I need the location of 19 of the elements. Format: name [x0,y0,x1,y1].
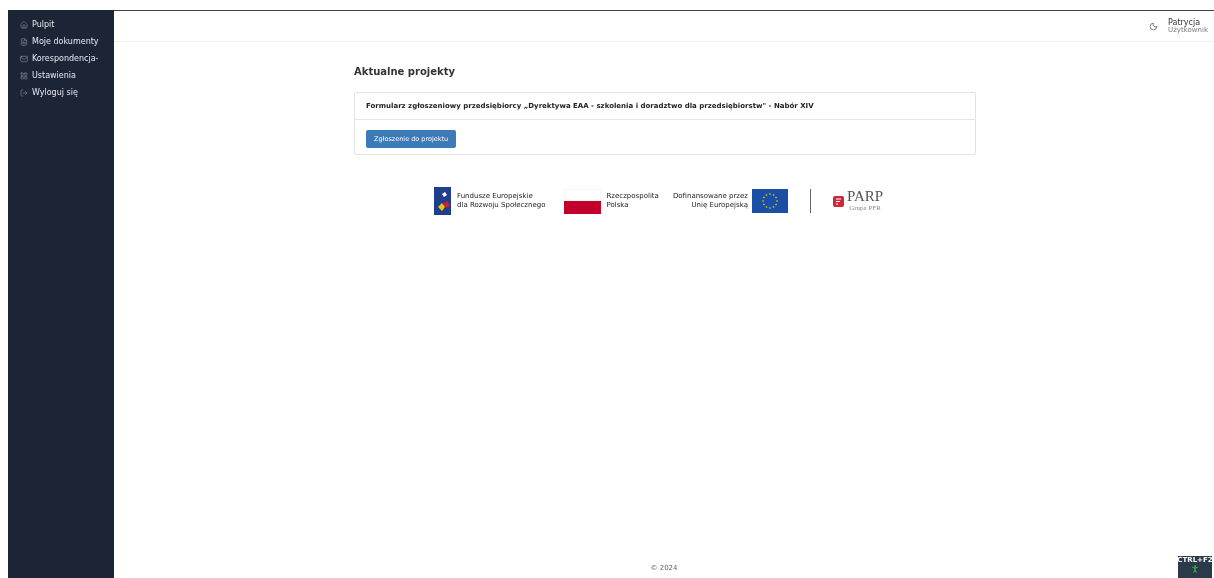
document-icon [20,37,28,46]
user-name[interactable]: Patrycja [1168,18,1208,27]
section-title: Aktualne projekty [354,66,456,77]
mail-icon [20,54,28,63]
eu-flag-icon [752,189,788,213]
accessibility-icon [1190,564,1200,574]
grid-icon [20,71,28,80]
theme-toggle-icon[interactable] [1149,21,1159,31]
polish-flag-icon [564,188,602,214]
sidebar-item[interactable]: Ustawienia [8,67,114,84]
parp-logo-icon [833,195,844,207]
flag-logo-icon [434,187,451,215]
parp-wordmark: PARP [847,189,884,205]
sidebar-item[interactable]: Korespondencja- [8,50,114,67]
home-icon [20,20,28,29]
sidebar-item[interactable]: Moje dokumenty [8,33,114,50]
logout-icon [20,88,28,97]
sidebar-item[interactable]: Pulpit [8,16,114,33]
sidebar-item[interactable]: Wyloguj się [8,84,114,101]
